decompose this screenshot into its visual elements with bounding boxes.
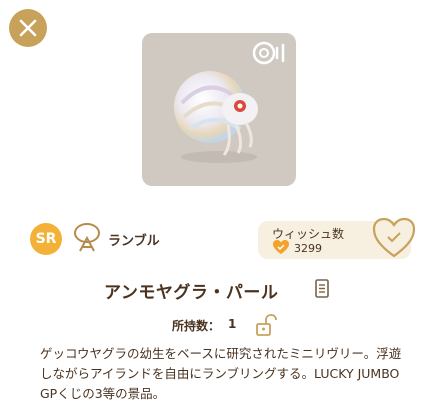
item-description: ゲッコウヤグラの幼生をベースに研究されたミニリヴリー。浮遊しながらアイランドを自… <box>40 346 402 401</box>
wish-heart-button[interactable] <box>372 217 416 259</box>
item-meta-row: SR ランブル ウィッシュ数 3299 <box>0 217 439 265</box>
close-button[interactable] <box>9 9 47 47</box>
owned-label: 所持数： <box>172 319 221 333</box>
sound-icon[interactable] <box>250 39 290 67</box>
heart-icon <box>273 240 289 254</box>
unlock-icon[interactable] <box>254 313 278 337</box>
owned-row: 所持数： 1 <box>0 312 439 336</box>
close-icon <box>19 19 37 37</box>
type-label: ランブル <box>108 234 160 249</box>
wish-count: 3299 <box>294 242 322 255</box>
rarity-badge: SR <box>30 223 62 255</box>
rumble-icon <box>74 223 100 252</box>
item-image <box>142 33 296 186</box>
owned-count: 1 <box>228 317 237 331</box>
item-title-row: アンモヤグラ・パール <box>0 277 439 303</box>
document-icon[interactable] <box>314 279 330 299</box>
wish-panel: ウィッシュ数 3299 <box>258 217 416 259</box>
item-name: アンモヤグラ・パール <box>104 283 279 303</box>
